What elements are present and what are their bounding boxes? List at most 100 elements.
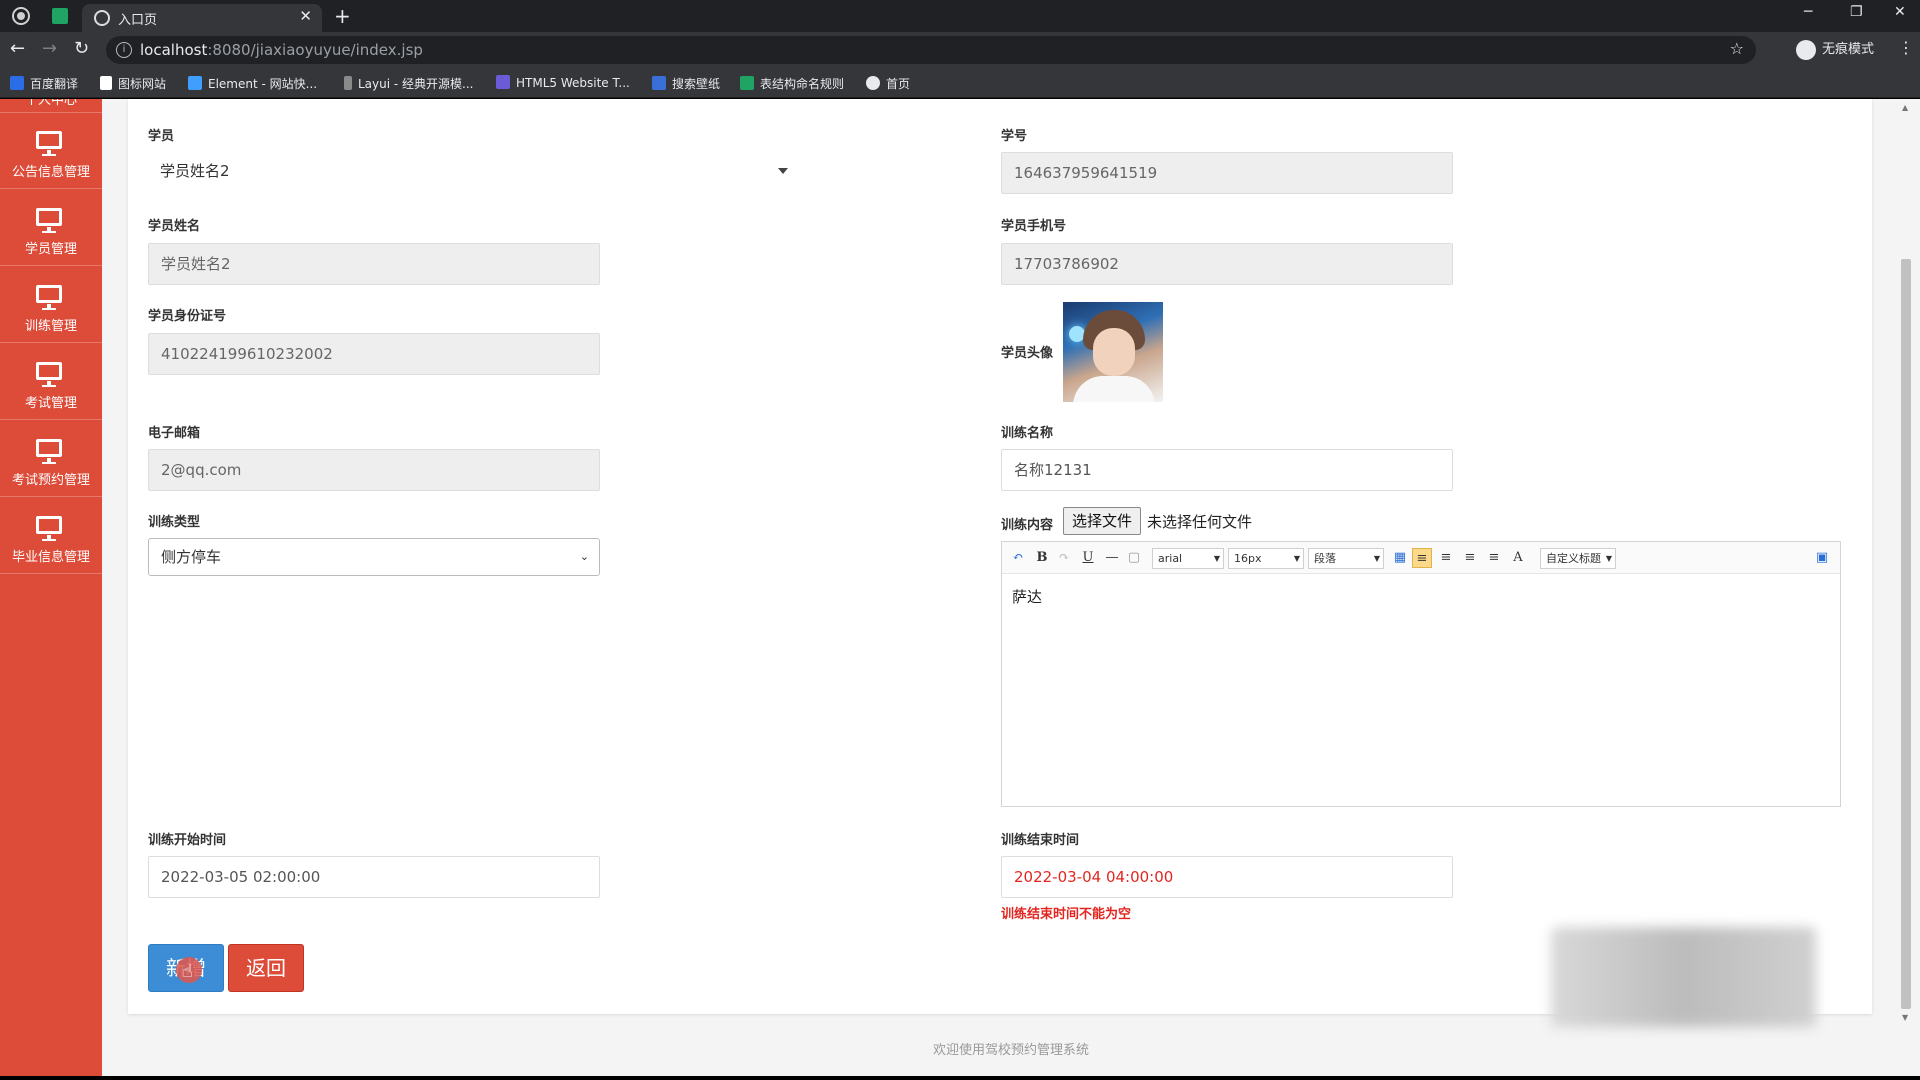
back-arrow-icon[interactable]: ← [10,38,25,59]
email-field[interactable]: 2@qq.com [148,449,600,491]
student-id-label: 学员身份证号 [148,309,227,324]
close-tab-icon[interactable]: ✕ [299,7,312,25]
paragraph-value: 段落 [1314,552,1336,565]
font-family-value: arial [1158,552,1183,565]
sidebar-item-notice[interactable]: 公告信息管理 [0,113,102,189]
start-time-field[interactable]: 2022-03-05 02:00:00 [148,856,600,898]
sidebar: 个人中心 公告信息管理 学员管理 训练管理 考试管理 考试预约管理 毕业信息管理 [0,99,102,1076]
align-justify-icon[interactable]: ≡ [1484,548,1504,568]
font-size-select[interactable]: 16px ▼ [1228,548,1304,569]
align-right-icon[interactable]: ≡ [1436,548,1456,568]
bookmark-icon [652,76,666,90]
forward-arrow-icon[interactable]: → [42,38,57,59]
choose-file-button[interactable]: 选择文件 [1063,507,1142,535]
new-tab-button[interactable]: + [334,4,351,28]
page-scrollbar[interactable]: ▲ ▼ [1893,99,1920,1076]
bookmark-icon [344,76,352,90]
kebab-menu-icon[interactable]: ⋮ [1898,38,1914,57]
scroll-up-icon[interactable]: ▲ [1902,103,1908,112]
sidebar-item-label: 公告信息管理 [11,165,90,180]
training-form-card: 学员 学员姓名2 学号 164637959641519 学员姓名 学员姓名2 学… [128,99,1872,1027]
sidebar-item-label: 个人中心 [24,99,77,108]
scrollbar-thumb[interactable] [1901,259,1911,1009]
custom-title-select[interactable]: 自定义标题 ▼ [1540,548,1616,569]
browser-tab-strip: 入口页 ✕ + ─ ❐ ✕ [0,0,1920,32]
align-left-icon[interactable]: ≡ [1412,548,1432,568]
chrome-app-icon[interactable] [12,7,30,25]
training-type-select[interactable]: 侧方停车 ⌄ [148,538,600,576]
avatar-shirt [1073,376,1155,402]
sidebar-item-exam-booking[interactable]: 考试预约管理 [0,421,102,497]
student-avatar-image [1063,302,1163,402]
bookmark-item[interactable]: 图标网站 [100,75,166,92]
window-close-icon[interactable]: ✕ [1894,4,1906,20]
student-name-field[interactable]: 学员姓名2 [148,243,600,285]
reload-icon[interactable]: ↻ [74,38,89,59]
training-name-field[interactable]: 名称12131 [1001,449,1453,491]
horizontal-rule-icon[interactable]: — [1102,548,1122,568]
chevron-down-icon: ▼ [1605,554,1612,563]
minimize-icon[interactable]: ─ [1804,4,1812,20]
sidebar-item-graduation[interactable]: 毕业信息管理 [0,498,102,574]
editor-content[interactable]: 萨达 [1012,586,1042,607]
redo-icon[interactable]: ↷ [1054,548,1074,568]
sidebar-item-students[interactable]: 学员管理 [0,190,102,266]
student-no-label: 学号 [1001,129,1028,144]
tab-title: 入口页 [118,13,158,28]
bookmark-label: 首页 [886,77,911,91]
chevron-down-icon: ▼ [1293,554,1300,563]
end-time-error: 训练结束时间不能为空 [1001,907,1132,922]
table-icon[interactable]: ▦ [1390,548,1410,568]
student-phone-field[interactable]: 17703786902 [1001,243,1453,285]
underline-icon[interactable]: U [1078,548,1098,568]
sidebar-item-training[interactable]: 训练管理 [0,267,102,343]
bookmark-item[interactable]: 百度翻译 [10,75,78,92]
browser-tab[interactable]: 入口页 ✕ [82,4,322,32]
incognito-indicator[interactable]: 无痕模式 [1796,38,1874,60]
rich-text-editor: ↶ B ↷ U — ▢ arial ▼ 16px ▼ 段落 ▼ ▦ ≡ ≡ ≡ ≡ A… [1001,541,1841,807]
fullscreen-icon[interactable]: ▣ [1812,548,1832,568]
bold-icon[interactable]: B [1032,548,1052,568]
bookmark-star-icon[interactable]: ☆ [1730,39,1744,58]
bookmark-item[interactable]: 表结构命名规则 [740,75,844,92]
bookmark-item[interactable]: Element - 网站快... [188,75,317,92]
page-icon[interactable]: ▢ [1124,548,1144,568]
student-phone-label: 学员手机号 [1001,219,1067,234]
end-time-field[interactable]: 2022-03-04 04:00:00 [1001,856,1453,898]
monitor-icon [36,131,62,156]
pinned-tab-icon[interactable] [52,8,68,24]
address-bar[interactable]: i localhost:8080/jiaxiaoyuyue/index.jsp … [106,36,1756,64]
url-text[interactable]: localhost:8080/jiaxiaoyuyue/index.jsp [140,41,423,59]
sidebar-item-label: 学员管理 [24,242,77,257]
bookmark-label: Layui - 经典开源模... [358,77,474,91]
bookmark-item[interactable]: Layui - 经典开源模... [344,75,473,92]
training-content-label: 训练内容 [1001,518,1054,533]
bookmark-item[interactable]: 首页 [866,75,910,92]
sidebar-item-label: 考试预约管理 [11,473,90,488]
training-name-label: 训练名称 [1001,426,1054,441]
align-center-icon[interactable]: ≡ [1460,548,1480,568]
bookmark-item[interactable]: 搜索壁纸 [652,75,720,92]
sidebar-item-exams[interactable]: 考试管理 [0,344,102,420]
globe-icon [866,76,880,90]
site-info-icon[interactable]: i [116,42,132,58]
restore-icon[interactable]: ❐ [1850,4,1863,20]
scroll-down-icon[interactable]: ▼ [1902,1013,1908,1022]
student-no-field[interactable]: 164637959641519 [1001,152,1453,194]
back-button[interactable]: 返回 [228,944,304,992]
training-type-value: 侧方停车 [161,548,222,566]
font-color-icon[interactable]: A [1508,548,1528,568]
sidebar-item-personal-center[interactable]: 个人中心 [0,99,102,113]
undo-icon[interactable]: ↶ [1008,548,1028,568]
student-id-field[interactable]: 410224199610232002 [148,333,600,375]
student-select[interactable]: 学员姓名2 [148,152,798,190]
bookmark-item[interactable]: HTML5 Website T... [496,75,630,90]
paragraph-select[interactable]: 段落 ▼ [1308,548,1384,569]
monitor-icon [36,285,62,310]
bookmark-label: 表结构命名规则 [760,77,845,91]
font-family-select[interactable]: arial ▼ [1152,548,1224,569]
font-size-value: 16px [1234,552,1262,565]
incognito-icon [1796,39,1816,60]
hand-cursor-icon: ☝ [182,961,193,982]
student-avatar-label: 学员头像 [1001,346,1054,361]
